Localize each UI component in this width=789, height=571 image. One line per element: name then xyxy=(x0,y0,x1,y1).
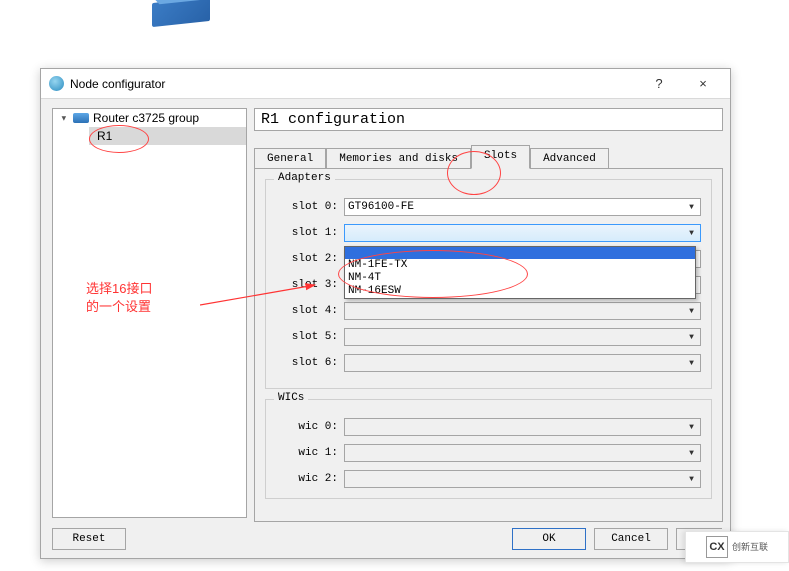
chevron-down-icon: ▼ xyxy=(683,199,700,215)
titlebar: Node configurator ? × xyxy=(41,69,730,99)
slot4-label: slot 4: xyxy=(276,305,338,317)
config-title: R1 configuration xyxy=(254,108,723,131)
wics-legend: WICs xyxy=(274,392,308,404)
slot0-combo[interactable]: GT96100-FE ▼ xyxy=(344,198,701,216)
tabpage-slots: Adapters slot 0: GT96100-FE ▼ slot 1: ▼ s… xyxy=(254,168,723,522)
slot1-dropdown[interactable]: NM-1FE-TX NM-4T NM-16ESW xyxy=(344,246,696,299)
slot3-label: slot 3: xyxy=(276,279,338,291)
chevron-down-icon: ▼ xyxy=(683,445,700,461)
adapters-group: Adapters slot 0: GT96100-FE▼ slot 1: ▼ s… xyxy=(265,179,712,389)
chevron-down-icon: ▼ xyxy=(683,303,700,319)
ok-button[interactable]: OK xyxy=(512,528,586,550)
wic1-label: wic 1: xyxy=(276,447,338,459)
slot6-label: slot 6: xyxy=(276,357,338,369)
annotation-text: 选择16接口 的一个设置 xyxy=(86,280,152,316)
slot0-value: GT96100-FE xyxy=(348,201,414,213)
dropdown-option[interactable]: NM-1FE-TX xyxy=(345,259,695,272)
tree-group-router[interactable]: ▸ Router c3725 group xyxy=(53,109,246,127)
reset-button[interactable]: Reset xyxy=(52,528,126,550)
wic0-combo[interactable]: ▼ xyxy=(344,418,701,436)
chevron-down-icon: ▼ xyxy=(683,225,700,241)
slot2-label: slot 2: xyxy=(276,253,338,265)
cancel-button[interactable]: Cancel xyxy=(594,528,668,550)
slot5-label: slot 5: xyxy=(276,331,338,343)
chevron-down-icon: ▼ xyxy=(683,419,700,435)
wics-group: WICs wic 0: ▼ wic 1: ▼ wic 2: ▼ xyxy=(265,399,712,499)
router-icon xyxy=(73,113,89,123)
close-button[interactable]: × xyxy=(684,69,722,98)
slot5-combo[interactable]: ▼ xyxy=(344,328,701,346)
wic2-label: wic 2: xyxy=(276,473,338,485)
help-button[interactable]: ? xyxy=(640,69,678,98)
tab-advanced[interactable]: Advanced xyxy=(530,148,609,170)
dropdown-option[interactable]: NM-16ESW xyxy=(345,285,695,298)
wic1-combo[interactable]: ▼ xyxy=(344,444,701,462)
tab-general[interactable]: General xyxy=(254,148,326,170)
watermark: CX 创新互联 xyxy=(685,531,789,563)
chevron-down-icon: ▸ xyxy=(59,113,70,123)
dropdown-option[interactable]: NM-4T xyxy=(345,272,695,285)
chevron-down-icon: ▼ xyxy=(683,471,700,487)
dropdown-blank-option[interactable] xyxy=(345,247,695,259)
annotation-line1: 选择16接口 xyxy=(86,280,152,298)
adapters-legend: Adapters xyxy=(274,172,335,184)
switch-icon xyxy=(152,0,210,24)
tab-memories[interactable]: Memories and disks xyxy=(326,148,471,170)
wic0-label: wic 0: xyxy=(276,421,338,433)
app-icon xyxy=(49,76,64,91)
tab-slots[interactable]: Slots xyxy=(471,145,530,169)
watermark-text: 创新互联 xyxy=(732,542,768,552)
wic2-combo[interactable]: ▼ xyxy=(344,470,701,488)
tree-leaf-label: R1 xyxy=(97,129,112,143)
slot6-combo[interactable]: ▼ xyxy=(344,354,701,372)
window-title: Node configurator xyxy=(70,77,165,91)
slot0-label: slot 0: xyxy=(276,201,338,213)
tree-group-label: Router c3725 group xyxy=(93,111,199,125)
tree-leaf-r1[interactable]: R1 xyxy=(89,127,246,145)
slot4-combo[interactable]: ▼ xyxy=(344,302,701,320)
chevron-down-icon: ▼ xyxy=(683,329,700,345)
slot1-label: slot 1: xyxy=(276,227,338,239)
slot1-combo[interactable]: ▼ xyxy=(344,224,701,242)
tabbar: General Memories and disks Slots Advance… xyxy=(254,143,723,169)
annotation-line2: 的一个设置 xyxy=(86,298,152,316)
watermark-logo: CX xyxy=(706,536,728,558)
chevron-down-icon: ▼ xyxy=(683,355,700,371)
